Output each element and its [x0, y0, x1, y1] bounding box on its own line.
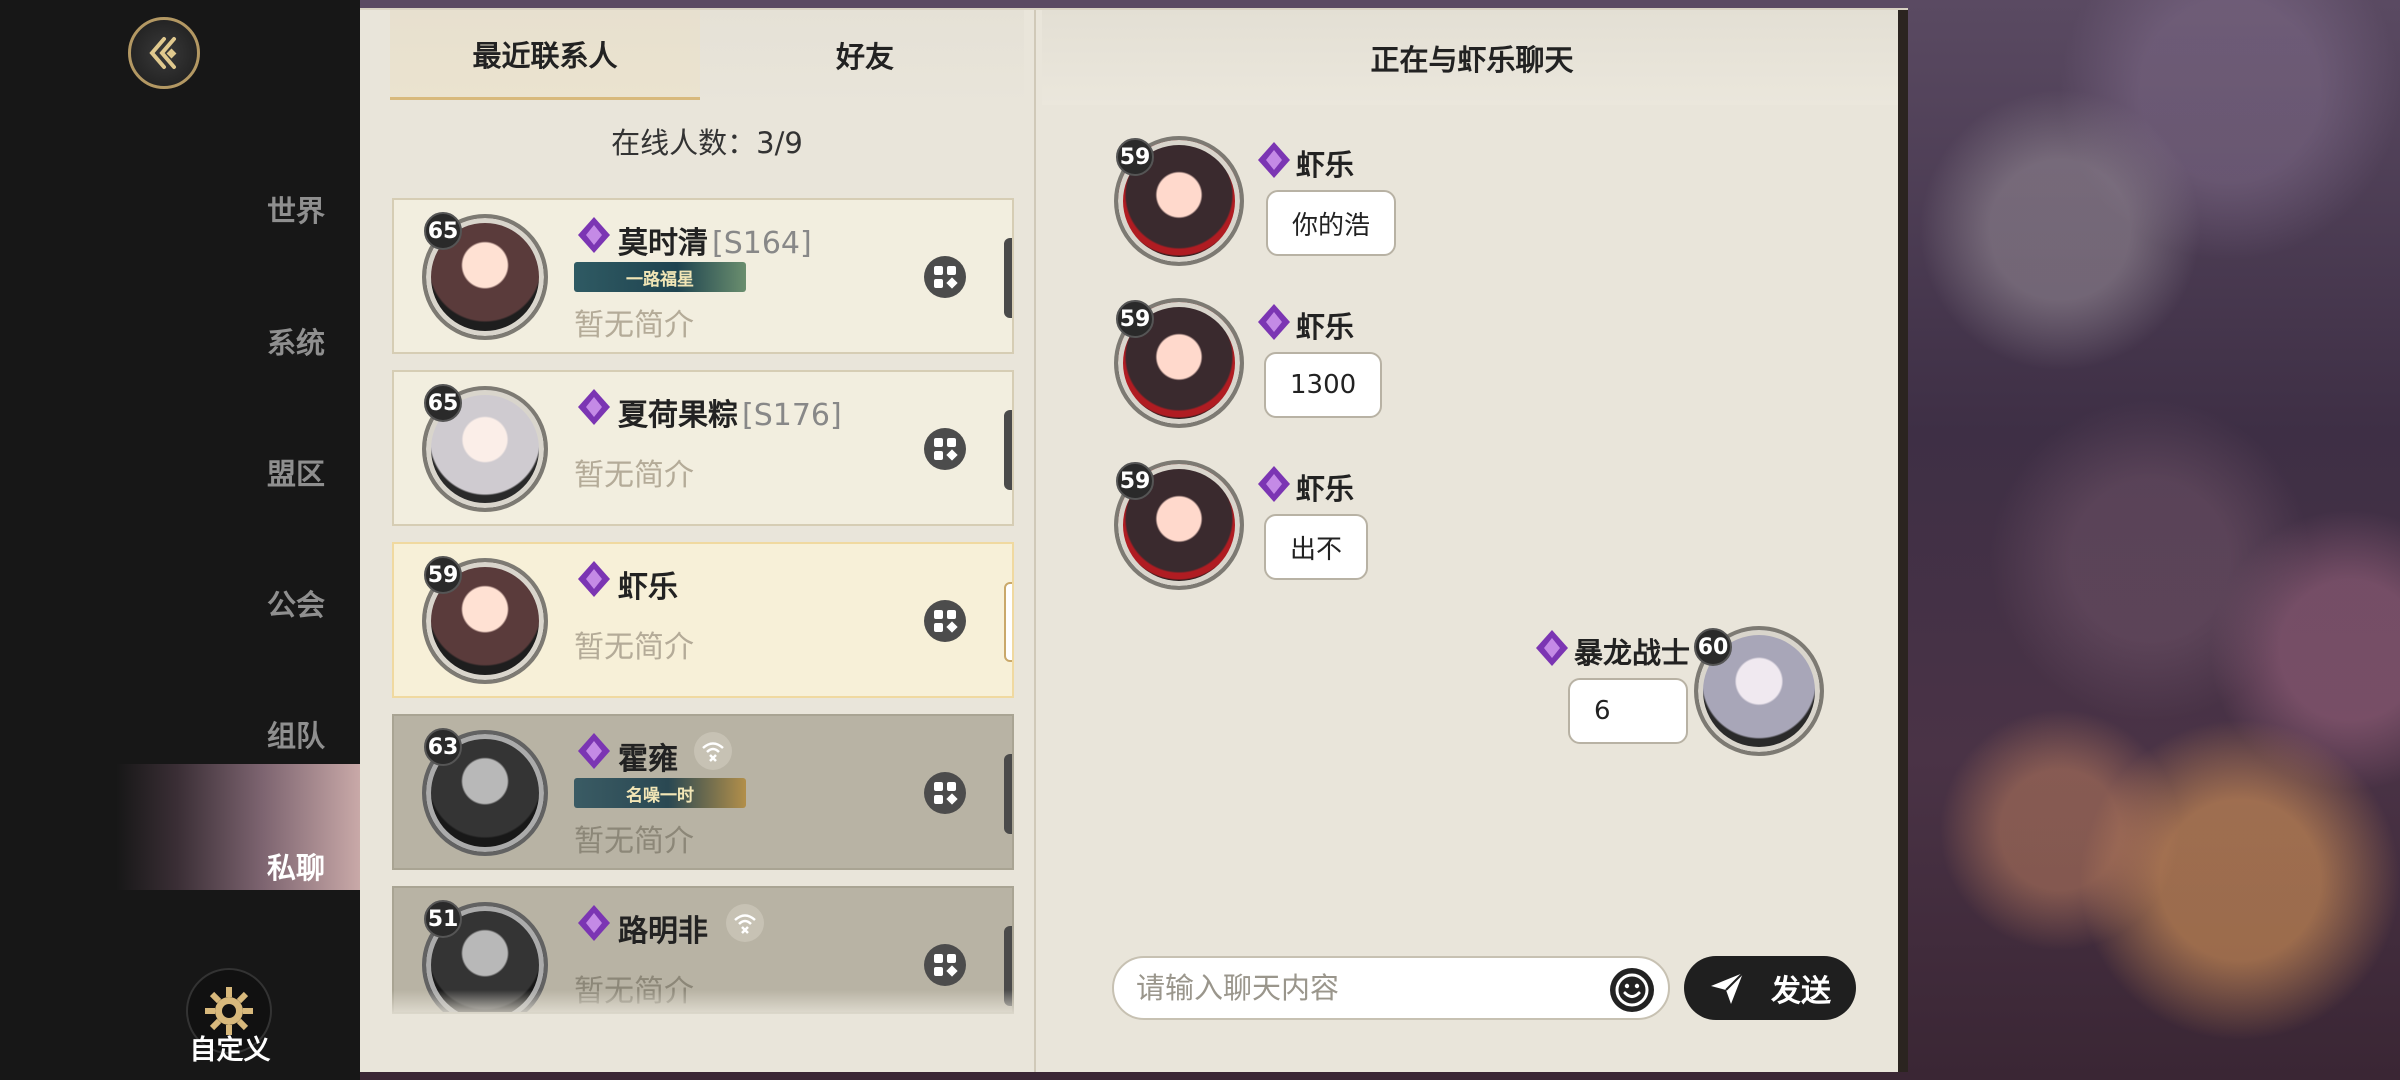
sender-name: 虾乐: [1296, 310, 1355, 344]
paper-plane-icon: [1711, 972, 1744, 1004]
offline-wifi-icon: [694, 732, 732, 770]
grid-menu-icon: [934, 438, 958, 461]
level-badge: 59: [424, 556, 462, 594]
online-count-value: 3/9: [756, 126, 803, 160]
card-side-tab: [1004, 754, 1012, 834]
send-label: 发送: [1771, 974, 1831, 1009]
contact-name: 霍雍: [618, 734, 678, 778]
contact-bio: 暂无简介: [574, 308, 694, 343]
contact-menu-button[interactable]: [924, 256, 966, 298]
contact-bio: 暂无简介: [574, 458, 694, 493]
contact-name: 夏荷果粽 [S176]: [618, 390, 842, 434]
card-side-tab: [1004, 410, 1012, 490]
level-badge: 65: [424, 384, 462, 422]
panel-divider: [1034, 10, 1036, 1072]
tab-friends[interactable]: 好友: [710, 10, 1020, 100]
nav-guild[interactable]: 公会: [125, 582, 325, 624]
vip-crystal-icon: [1254, 464, 1294, 504]
nav-private-chat[interactable]: 私聊: [125, 845, 325, 887]
level-badge: 59: [1116, 300, 1154, 338]
tab-recent-contacts[interactable]: 最近联系人: [390, 10, 700, 100]
message-bubble: 1300: [1264, 352, 1383, 418]
message-bubble: 出不: [1264, 514, 1369, 580]
offline-wifi-icon: [726, 904, 764, 942]
online-count-label: 在线人数：: [611, 126, 757, 160]
contact-card[interactable]: 65 莫时清 [S164] 一路福星 暂无简介: [392, 198, 1014, 354]
contact-server: [S176]: [742, 398, 842, 433]
contact-name-text: 路明非: [618, 914, 708, 949]
customize-label: 自定义: [189, 1035, 271, 1066]
nav-alliance[interactable]: 盟区: [125, 451, 325, 493]
chat-input[interactable]: [1136, 971, 1598, 1005]
level-badge: 51: [424, 900, 462, 938]
level-badge: 65: [424, 212, 462, 250]
online-count: 在线人数：3/9: [390, 120, 1024, 162]
panel-right-edge: [1898, 10, 1908, 1072]
back-arrow-icon: [149, 37, 177, 69]
level-badge: 63: [424, 728, 462, 766]
contact-server: [S164]: [712, 226, 812, 261]
vip-crystal-icon: [1254, 302, 1294, 342]
contact-menu-button[interactable]: [924, 600, 966, 642]
emoji-button[interactable]: [1610, 968, 1654, 1012]
vip-crystal-icon: [574, 903, 614, 943]
card-side-tab: [1004, 582, 1012, 662]
vip-crystal-icon: [1254, 140, 1294, 180]
vip-crystal-icon: [574, 731, 614, 771]
grid-menu-icon: [934, 782, 958, 805]
contact-name: 莫时清 [S164]: [618, 218, 812, 262]
contact-name: 虾乐: [618, 562, 678, 606]
contact-bio: 暂无简介: [574, 630, 694, 665]
vip-crystal-icon: [1532, 628, 1572, 668]
contact-card[interactable]: 65 夏荷果粽 [S176] 暂无简介: [392, 370, 1014, 526]
list-fade: [390, 990, 1024, 1020]
vip-crystal-icon: [574, 387, 614, 427]
grid-menu-icon: [934, 954, 958, 977]
nav-system[interactable]: 系统: [125, 320, 325, 362]
card-side-tab: [1004, 238, 1012, 318]
contact-menu-button[interactable]: [924, 772, 966, 814]
private-chat-panel: 最近联系人 好友 在线人数：3/9 65 莫时清 [S164] 一路福星 暂无简介…: [360, 8, 1908, 1072]
vip-crystal-icon: [574, 559, 614, 599]
chat-input-bar: [1112, 956, 1670, 1020]
smiley-icon: [1615, 973, 1649, 1007]
contact-card-offline[interactable]: 63 霍雍 名噪一时 暂无简介: [392, 714, 1014, 870]
nav-world[interactable]: 世界: [125, 188, 325, 230]
send-button[interactable]: 发送: [1684, 956, 1856, 1020]
grid-menu-icon: [934, 610, 958, 633]
title-badge: 名噪一时: [574, 778, 746, 808]
contact-name-text: 虾乐: [618, 570, 678, 605]
contact-tabs: 最近联系人 好友: [390, 10, 1024, 105]
sender-name: 暴龙战士: [1574, 636, 1691, 670]
level-badge: 59: [1116, 462, 1154, 500]
title-badge: 一路福星: [574, 262, 746, 292]
grid-menu-icon: [934, 266, 958, 289]
contact-name-text: 霍雍: [618, 742, 678, 777]
contact-bio: 暂无简介: [574, 824, 694, 859]
contact-name: 路明非: [618, 906, 708, 950]
nav-team[interactable]: 组队: [125, 713, 325, 755]
back-button[interactable]: [128, 17, 200, 89]
contact-name-text: 莫时清: [618, 226, 708, 261]
contact-menu-button[interactable]: [924, 428, 966, 470]
message-bubble: 6: [1568, 678, 1688, 744]
level-badge: 60: [1694, 628, 1732, 666]
contact-name-text: 夏荷果粽: [618, 398, 738, 433]
contact-menu-button[interactable]: [924, 944, 966, 986]
vip-crystal-icon: [574, 215, 614, 255]
message-bubble: 你的浩: [1266, 190, 1397, 256]
chat-header: 正在与虾乐聊天: [1042, 10, 1902, 105]
level-badge: 59: [1116, 138, 1154, 176]
sender-name: 虾乐: [1296, 148, 1355, 182]
contact-card-selected[interactable]: 59 虾乐 暂无简介: [392, 542, 1014, 698]
chat-channel-sidebar: 世界 系统 盟区 公会 组队 私聊 自定义: [0, 0, 360, 1080]
sender-name: 虾乐: [1296, 472, 1355, 506]
